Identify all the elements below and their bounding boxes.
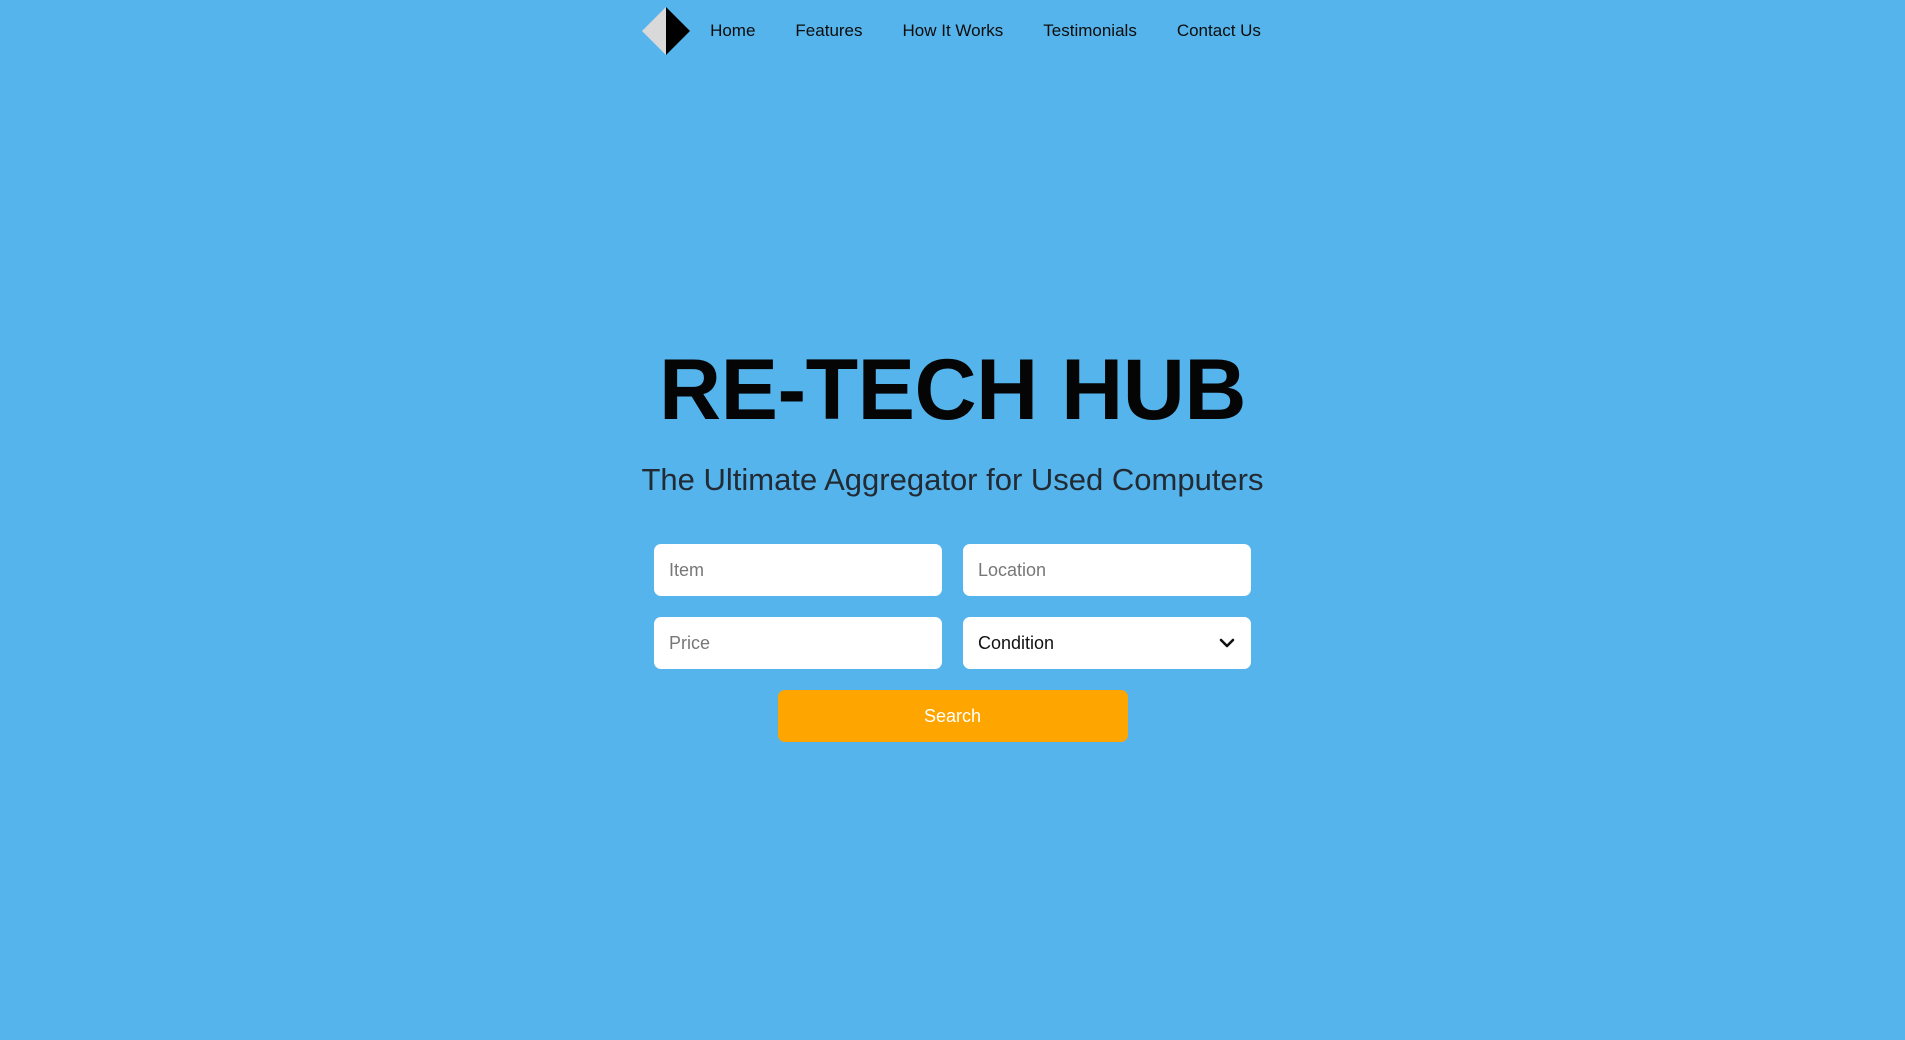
nav-container: Home Features How It Works Testimonials … <box>640 5 1261 57</box>
chevron-down-icon <box>1219 638 1235 648</box>
price-input[interactable] <box>654 617 942 669</box>
nav-links: Home Features How It Works Testimonials … <box>710 21 1261 41</box>
item-input[interactable] <box>654 544 942 596</box>
search-form: Condition <box>654 544 1251 669</box>
hero-title: RE-TECH HUB <box>659 342 1246 438</box>
search-button[interactable]: Search <box>777 690 1128 742</box>
top-navigation: Home Features How It Works Testimonials … <box>0 0 1905 62</box>
hero-section: RE-TECH HUB The Ultimate Aggregator for … <box>0 340 1905 742</box>
location-input[interactable] <box>963 544 1251 596</box>
nav-link-home[interactable]: Home <box>710 21 755 41</box>
nav-link-features[interactable]: Features <box>795 21 862 41</box>
hero-subtitle: The Ultimate Aggregator for Used Compute… <box>641 462 1264 497</box>
condition-select[interactable]: Condition <box>963 617 1251 669</box>
diamond-logo-icon[interactable] <box>640 5 692 57</box>
condition-select-value: Condition <box>978 632 1055 653</box>
nav-link-testimonials[interactable]: Testimonials <box>1043 21 1137 41</box>
nav-link-how-it-works[interactable]: How It Works <box>903 21 1004 41</box>
nav-link-contact-us[interactable]: Contact Us <box>1177 21 1261 41</box>
